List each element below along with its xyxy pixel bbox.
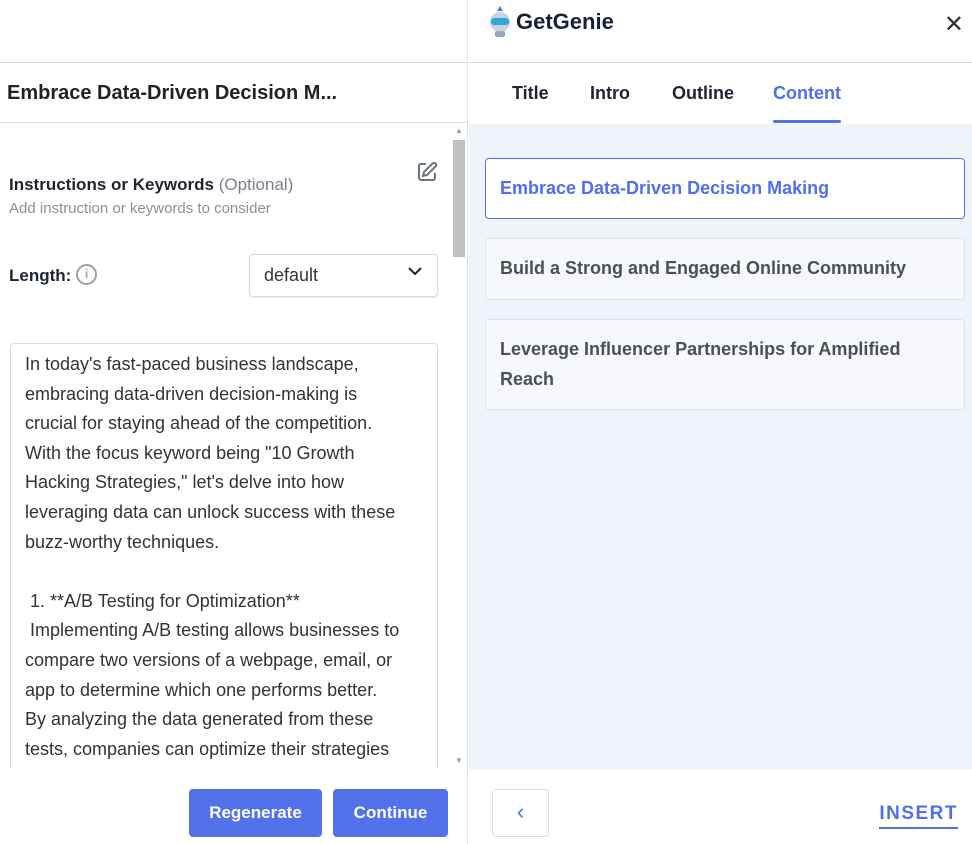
brand-name: GetGenie <box>516 9 614 34</box>
footer-bar: ‹ INSERT <box>469 770 972 844</box>
tab-title[interactable]: Title <box>512 83 549 104</box>
instructions-label: Instructions or Keywords (Optional) <box>9 175 293 195</box>
scrollbar-thumb[interactable] <box>453 140 465 257</box>
genie-panel: GetGenie ✕ Title Intro Outline Content E… <box>469 0 972 844</box>
tab-intro[interactable]: Intro <box>590 83 630 104</box>
optional-tag: (Optional) <box>218 175 294 194</box>
length-select[interactable]: default <box>249 254 438 297</box>
content-textarea[interactable]: In today's fast-paced business landscape… <box>10 343 438 769</box>
instructions-hint: Add instruction or keywords to consider <box>9 200 271 217</box>
edit-icon[interactable] <box>415 160 439 184</box>
scroll-up-icon[interactable]: ▲ <box>455 126 463 135</box>
length-label: Length: <box>9 266 72 285</box>
back-button[interactable]: ‹ <box>492 789 549 837</box>
brand-logo: GetGenie <box>487 5 614 39</box>
outline-item[interactable]: Build a Strong and Engaged Online Commun… <box>485 238 965 300</box>
length-value: default <box>264 265 319 285</box>
tab-outline[interactable]: Outline <box>672 83 734 104</box>
close-icon[interactable]: ✕ <box>944 10 964 39</box>
instructions-label-text: Instructions or Keywords <box>9 175 214 194</box>
info-icon[interactable]: i <box>76 264 97 285</box>
outline-item[interactable]: Embrace Data-Driven Decision Making <box>485 158 965 219</box>
divider <box>0 122 468 123</box>
scrollbar[interactable]: ▲ ▼ <box>452 124 466 769</box>
chevron-down-icon <box>407 263 423 284</box>
chevron-left-icon: ‹ <box>516 799 525 824</box>
outline-item[interactable]: Leverage Influencer Partnerships for Amp… <box>485 319 965 410</box>
outline-list: Embrace Data-Driven Decision Making Buil… <box>469 124 972 770</box>
continue-button[interactable]: Continue <box>333 789 448 837</box>
tab-content[interactable]: Content <box>773 83 841 123</box>
genie-logo-icon <box>490 6 510 37</box>
insert-button[interactable]: INSERT <box>879 803 958 829</box>
document-title: Embrace Data-Driven Decision M... <box>7 82 338 104</box>
settings-scroll-area: Instructions or Keywords (Optional) Add … <box>0 124 468 769</box>
scroll-down-icon[interactable]: ▼ <box>455 756 463 765</box>
editor-panel: Embrace Data-Driven Decision M... Instru… <box>0 0 468 844</box>
tab-bar: Title Intro Outline Content <box>469 63 972 123</box>
divider <box>0 62 468 63</box>
regenerate-button[interactable]: Regenerate <box>189 789 322 837</box>
